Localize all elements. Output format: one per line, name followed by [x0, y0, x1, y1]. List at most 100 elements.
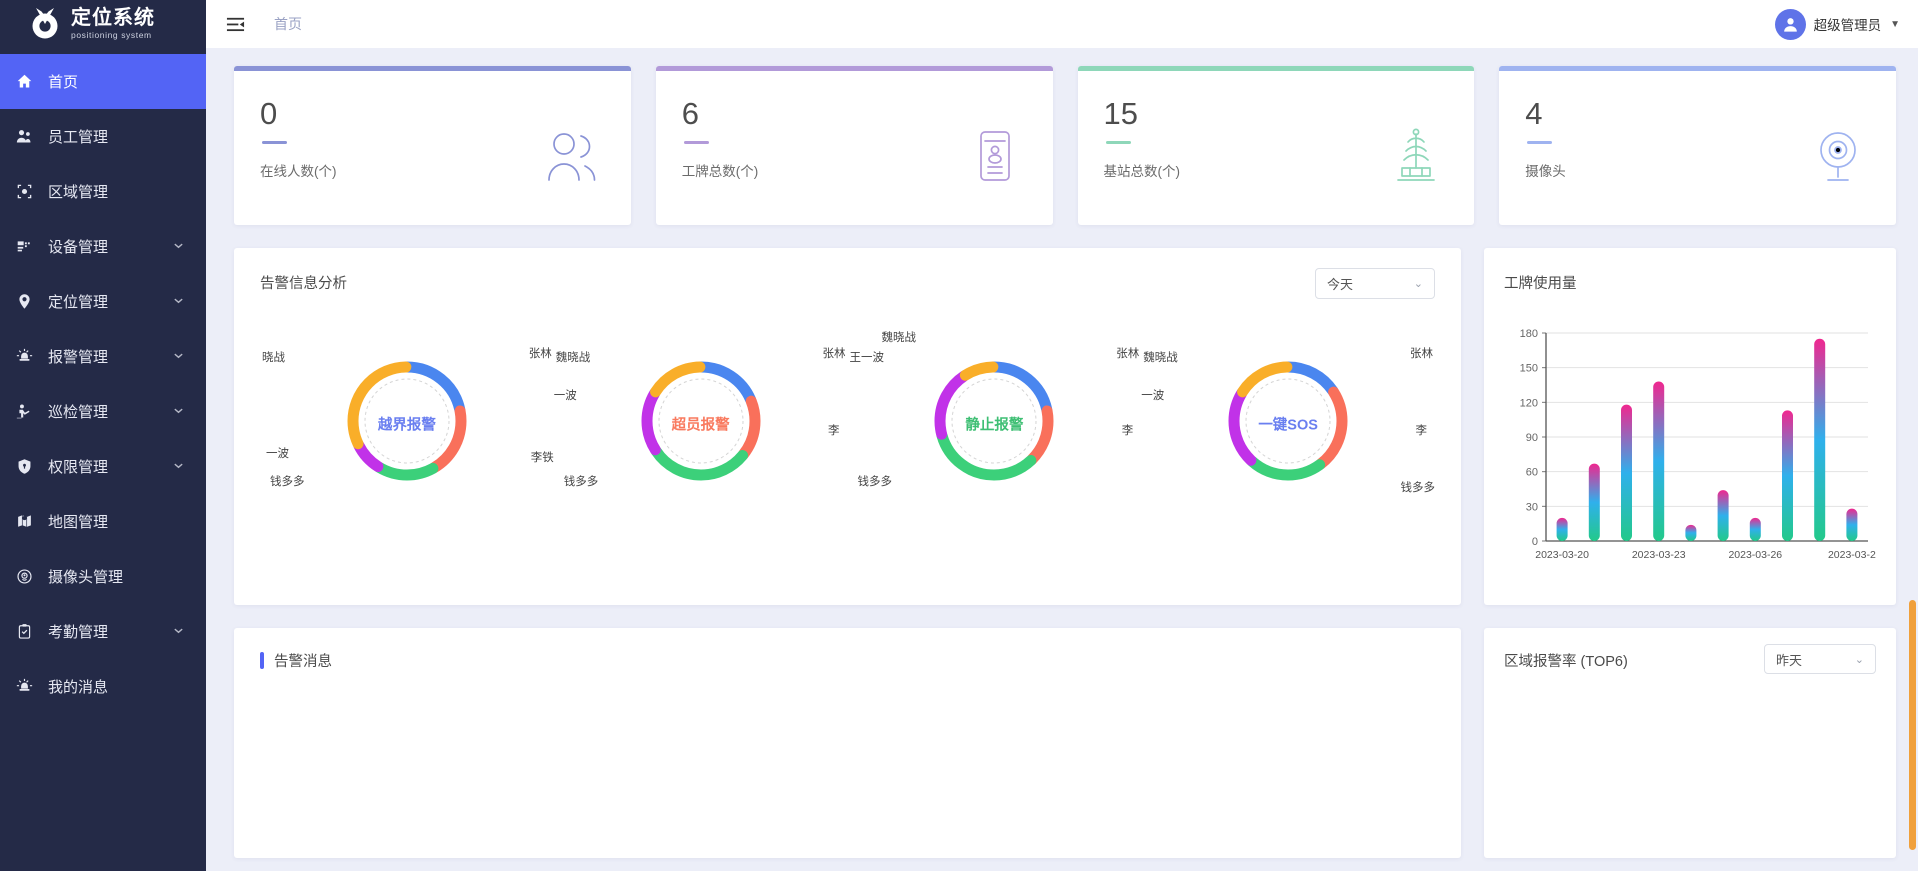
logo-subtitle: positioning system: [71, 30, 152, 41]
accent-bar: [260, 652, 264, 669]
stat-value: 6: [681, 96, 699, 131]
stat-label: 工牌总数(个): [681, 164, 759, 179]
sidebar-item-label: 巡检管理: [48, 404, 109, 421]
donut-ring: 越界报警: [341, 355, 473, 492]
bar-8: [1814, 338, 1826, 541]
donut-label-0-3: 李铁: [530, 452, 554, 464]
chevron-down-icon: ⌄: [1854, 653, 1864, 666]
stat-card-3[interactable]: 4 摄像头: [1499, 66, 1896, 225]
stat-cards: 0 在线人数(个) 6 工牌总数(个) 15 基站总数(个) 4 摄像头: [234, 66, 1896, 225]
logo-mark-icon: [28, 7, 62, 41]
chevron-down-icon: [173, 238, 184, 255]
svg-text:2023-03-20: 2023-03-20: [1535, 549, 1589, 561]
logo-title: 定位系统: [71, 7, 155, 30]
bar-5: [1717, 490, 1729, 541]
svg-text:2023-03-23: 2023-03-23: [1632, 549, 1686, 561]
stat-divider: [262, 141, 287, 144]
top6-period-select[interactable]: 昨天 ⌄: [1764, 644, 1876, 674]
home-icon: [14, 72, 34, 92]
antenna-icon: [1384, 124, 1448, 193]
clipboard-icon: [14, 622, 34, 642]
donut-label-1-1: 张林: [822, 348, 846, 360]
bottom-row: 告警消息 区域报警率 (TOP6) 昨天 ⌄: [234, 628, 1896, 858]
stat-card-1[interactable]: 6 工牌总数(个): [655, 66, 1053, 225]
stat-card-2[interactable]: 15 基站总数(个): [1077, 66, 1475, 225]
message-panel-title: 告警消息: [274, 654, 332, 670]
svg-text:30: 30: [1526, 501, 1538, 513]
top6-period-value: 昨天: [1776, 652, 1803, 668]
stat-divider: [1105, 141, 1131, 144]
hamburger-icon[interactable]: [224, 13, 246, 35]
sidebar: 定位系统 positioning system 首页 员工管理 区域管理 设备管理 定位…: [0, 0, 206, 871]
stat-value: 15: [1103, 96, 1138, 131]
sidebar-item-8[interactable]: 地图管理: [0, 494, 206, 549]
donut-label-3-3: 李: [1415, 425, 1428, 437]
stat-value: 0: [260, 96, 278, 131]
donut-ring: 一键SOS: [1222, 355, 1354, 492]
user-menu[interactable]: 超级管理员 ▼: [1774, 8, 1900, 40]
donut-label-0-4: 钱多多: [270, 476, 305, 488]
alarm-panel-title: 告警信息分析: [260, 276, 347, 292]
sidebar-item-label: 地图管理: [48, 514, 109, 531]
sidebar-item-0[interactable]: 首页: [0, 54, 206, 109]
bar-1: [1588, 463, 1600, 541]
people-icon: [541, 124, 605, 193]
donut-label-0-2: 一波: [266, 448, 289, 460]
bar-0: [1556, 517, 1568, 541]
chevron-down-icon: ⌄: [1413, 278, 1423, 290]
avatar: [1774, 8, 1806, 40]
chevron-down-icon: [173, 348, 184, 365]
sidebar-nav: 首页 员工管理 区域管理 设备管理 定位管理 报警管理巡检管理权限管理地图管理摄像头管理考…: [0, 48, 206, 871]
donut-label-0-0: 晓战: [262, 352, 285, 364]
sidebar-item-9[interactable]: 摄像头管理: [0, 549, 206, 604]
chevron-down-icon: [173, 623, 184, 640]
bar-7: [1782, 410, 1793, 541]
stat-label: 基站总数(个): [1103, 164, 1181, 179]
alarm-icon: [14, 347, 34, 367]
svg-text:120: 120: [1520, 397, 1538, 409]
usage-panel-title: 工牌使用量: [1504, 276, 1577, 292]
sidebar-item-10[interactable]: 考勤管理: [0, 604, 206, 659]
sidebar-item-1[interactable]: 员工管理: [0, 109, 206, 164]
area-icon: [14, 182, 34, 202]
sidebar-item-3[interactable]: 设备管理: [0, 219, 206, 274]
topbar: 首页 超级管理员 ▼: [206, 0, 1918, 48]
dashboard-content: 0 在线人数(个) 6 工牌总数(个) 15 基站总数(个) 4 摄像头 告警信息分析 今天 …: [206, 48, 1918, 871]
logo[interactable]: 定位系统 positioning system: [0, 0, 206, 48]
donut-ring: 超员报警: [635, 355, 767, 492]
camera-icon: [14, 567, 34, 587]
alarm-period-value: 今天: [1327, 277, 1354, 292]
donut-chart-group: 越界报警 晓战 张林 一波 李铁 钱多多 超员报警 魏晓战 张林 一波李钱多多 静止报警 魏晓战 王一波…: [260, 327, 1435, 557]
sidebar-item-4[interactable]: 定位管理: [0, 274, 206, 329]
donut-label-3-0: 魏晓战: [1143, 352, 1178, 364]
stat-accent-bar: [655, 66, 1053, 71]
svg-text:2023-03-2: 2023-03-2: [1828, 549, 1876, 561]
donut-chart-1[interactable]: 超员报警 魏晓战 张林 一波李钱多多: [554, 327, 848, 557]
stat-value: 4: [1525, 96, 1543, 131]
stat-accent-bar: [1077, 66, 1475, 71]
shield-icon: [14, 457, 34, 477]
sidebar-item-6[interactable]: 巡检管理: [0, 384, 206, 439]
bar-4: [1685, 524, 1697, 541]
donut-label-0-1: 张林: [528, 348, 552, 360]
bar-9: [1846, 508, 1858, 541]
donut-chart-3[interactable]: 一键SOS 魏晓战 张林 一波李钱多多: [1141, 327, 1435, 557]
sidebar-item-label: 权限管理: [48, 459, 109, 476]
page-scrollbar[interactable]: [1909, 600, 1916, 850]
badge-usage-panel: 工牌使用量 0 30 60 90 120 150 180 2023-03-20 2023-03-…: [1484, 248, 1896, 605]
donut-label-2-4: 钱多多: [857, 476, 893, 488]
donut-label-2-3: 李: [1121, 425, 1134, 437]
sidebar-item-5[interactable]: 报警管理: [0, 329, 206, 384]
donut-chart-0[interactable]: 越界报警 晓战 张林一波 李铁钱多多: [260, 327, 554, 557]
donut-ring: 静止报警: [928, 355, 1060, 492]
chevron-down-icon: [173, 458, 184, 475]
stat-card-0[interactable]: 0 在线人数(个): [234, 66, 631, 225]
donut-label-1-2: 一波: [553, 390, 577, 402]
sidebar-item-2[interactable]: 区域管理: [0, 164, 206, 219]
alarm-period-select[interactable]: 今天 ⌄: [1315, 268, 1435, 299]
sidebar-item-11[interactable]: 我的消息: [0, 659, 206, 714]
sidebar-item-7[interactable]: 权限管理: [0, 439, 206, 494]
donut-label-3-4: 钱多多: [1400, 482, 1436, 494]
breadcrumb[interactable]: 首页: [274, 14, 302, 34]
donut-chart-2[interactable]: 静止报警 魏晓战 王一波 张林李钱多多: [848, 327, 1142, 557]
